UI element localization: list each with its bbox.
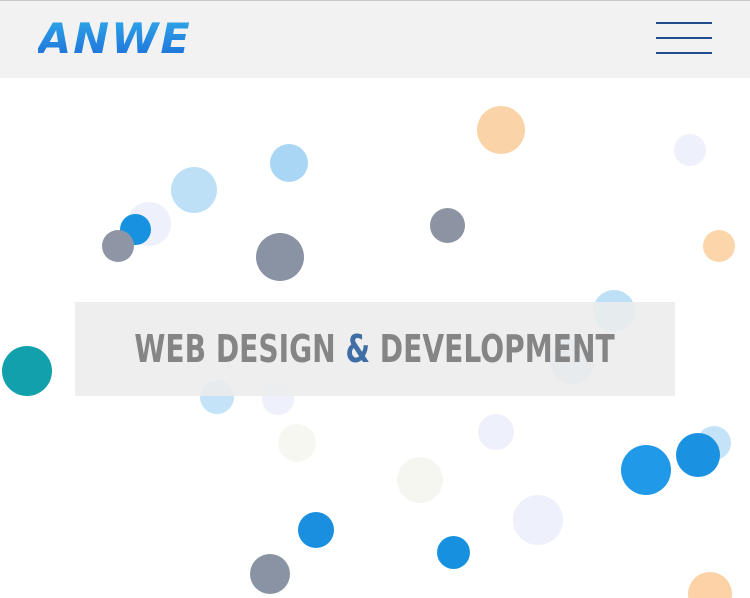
- page: ANWE WEB DESIGN & DEVELOPMENT: [0, 0, 750, 598]
- anwe-logo[interactable]: ANWE: [38, 18, 192, 60]
- decorative-dot: [513, 495, 563, 545]
- headline-ampersand: &: [345, 327, 371, 371]
- decorative-dot: [2, 346, 52, 396]
- decorative-dot: [478, 414, 514, 450]
- top-navigation-bar: ANWE: [0, 0, 750, 78]
- decorative-dot: [102, 230, 134, 262]
- headline-part-1: WEB DESIGN: [134, 327, 346, 371]
- decorative-dot: [256, 233, 304, 281]
- hero-headline: WEB DESIGN & DEVELOPMENT: [135, 330, 615, 368]
- decorative-dot: [676, 433, 720, 477]
- menu-line: [656, 37, 712, 39]
- menu-line: [656, 22, 712, 24]
- headline-part-2: DEVELOPMENT: [370, 327, 616, 371]
- decorative-dot: [688, 572, 732, 598]
- decorative-dot: [250, 554, 290, 594]
- decorative-dot: [278, 424, 316, 462]
- decorative-dot: [298, 512, 334, 548]
- decorative-dot: [270, 144, 308, 182]
- decorative-dot: [430, 208, 465, 243]
- decorative-dot: [171, 167, 217, 213]
- decorative-dot: [621, 445, 671, 495]
- decorative-dot: [477, 106, 525, 154]
- decorative-dot: [397, 457, 443, 503]
- headline-banner: WEB DESIGN & DEVELOPMENT: [75, 302, 675, 396]
- hamburger-menu-icon[interactable]: [652, 19, 714, 59]
- decorative-dot: [437, 536, 470, 569]
- decorative-dot: [674, 134, 706, 166]
- decorative-dot: [703, 230, 735, 262]
- menu-line: [656, 52, 712, 54]
